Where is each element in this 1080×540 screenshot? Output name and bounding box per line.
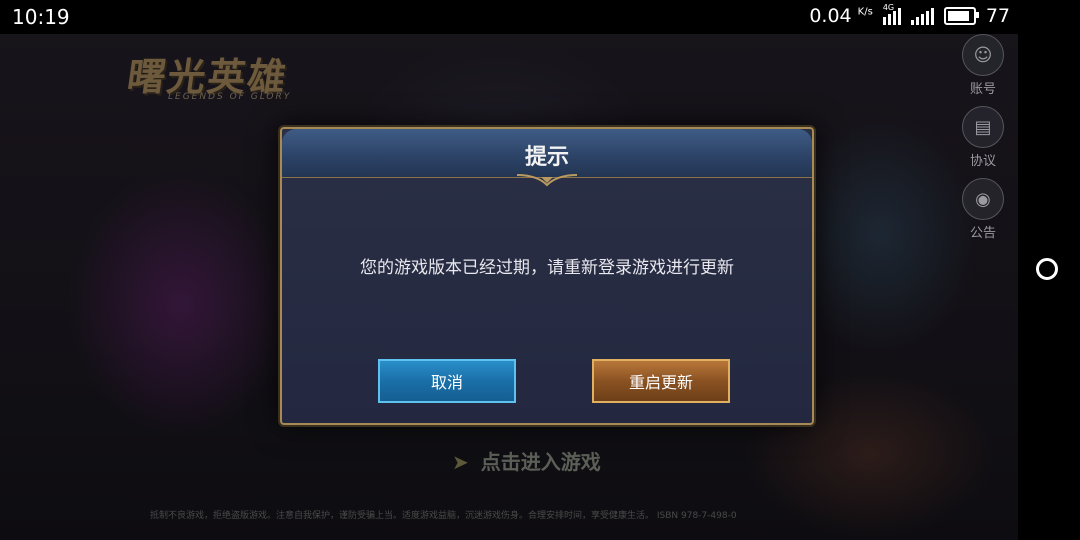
header-ornament-icon (517, 174, 577, 187)
account-icon: ☺ (962, 34, 1004, 76)
network-speed-value: 0.04 (809, 5, 852, 27)
announcement-icon: ◉ (962, 178, 1004, 220)
battery-level: 77 (985, 5, 1010, 27)
cancel-button[interactable]: 取消 (378, 359, 516, 403)
agreement-icon: ▤ (962, 106, 1004, 148)
status-bar: 10:19 0.04 K/s 4G 77 (0, 0, 1080, 34)
status-time: 10:19 (12, 5, 70, 29)
side-button-label: 协议 (969, 154, 996, 169)
footer-notice: 抵制不良游戏，拒绝盗版游戏。注意自我保护，谨防受骗上当。适度游戏益脑，沉迷游戏伤… (150, 511, 737, 521)
side-button-announcement[interactable]: ◉ 公告 (958, 178, 1008, 241)
cellular-signal-icon (910, 7, 934, 25)
battery-icon (943, 7, 979, 25)
side-button-label: 公告 (969, 226, 996, 241)
cellular-4g-signal-icon: 4G (882, 3, 901, 25)
update-dialog: 提示 您的游戏版本已经过期，请重新登录游戏进行更新 取消 重启更新 (280, 127, 814, 425)
network-speed-unit: K/s (857, 6, 873, 18)
dialog-header: 提示 (282, 129, 812, 178)
side-button-agreement[interactable]: ▤ 协议 (958, 106, 1008, 169)
game-logo-subtitle: LEGENDS OF GLORY (168, 92, 292, 102)
right-edge-strip (1018, 34, 1080, 540)
network-type: 4G (882, 3, 895, 12)
dialog-message: 您的游戏版本已经过期，请重新登录游戏进行更新 (360, 258, 734, 278)
enter-game-label: 点击进入游戏 (480, 450, 601, 474)
enter-game-button[interactable]: ➤ 点击进入游戏 (452, 446, 601, 475)
dialog-title: 提示 (524, 145, 569, 170)
side-button-label: 账号 (969, 82, 996, 97)
network-speed: 0.04 K/s (809, 5, 873, 27)
arrow-right-icon: ➤ (452, 450, 469, 474)
side-button-account[interactable]: ☺ 账号 (958, 34, 1008, 97)
status-indicators: 0.04 K/s 4G 77 (809, 3, 1010, 27)
assistive-touch-icon[interactable] (1036, 258, 1058, 280)
restart-update-button[interactable]: 重启更新 (592, 359, 730, 403)
